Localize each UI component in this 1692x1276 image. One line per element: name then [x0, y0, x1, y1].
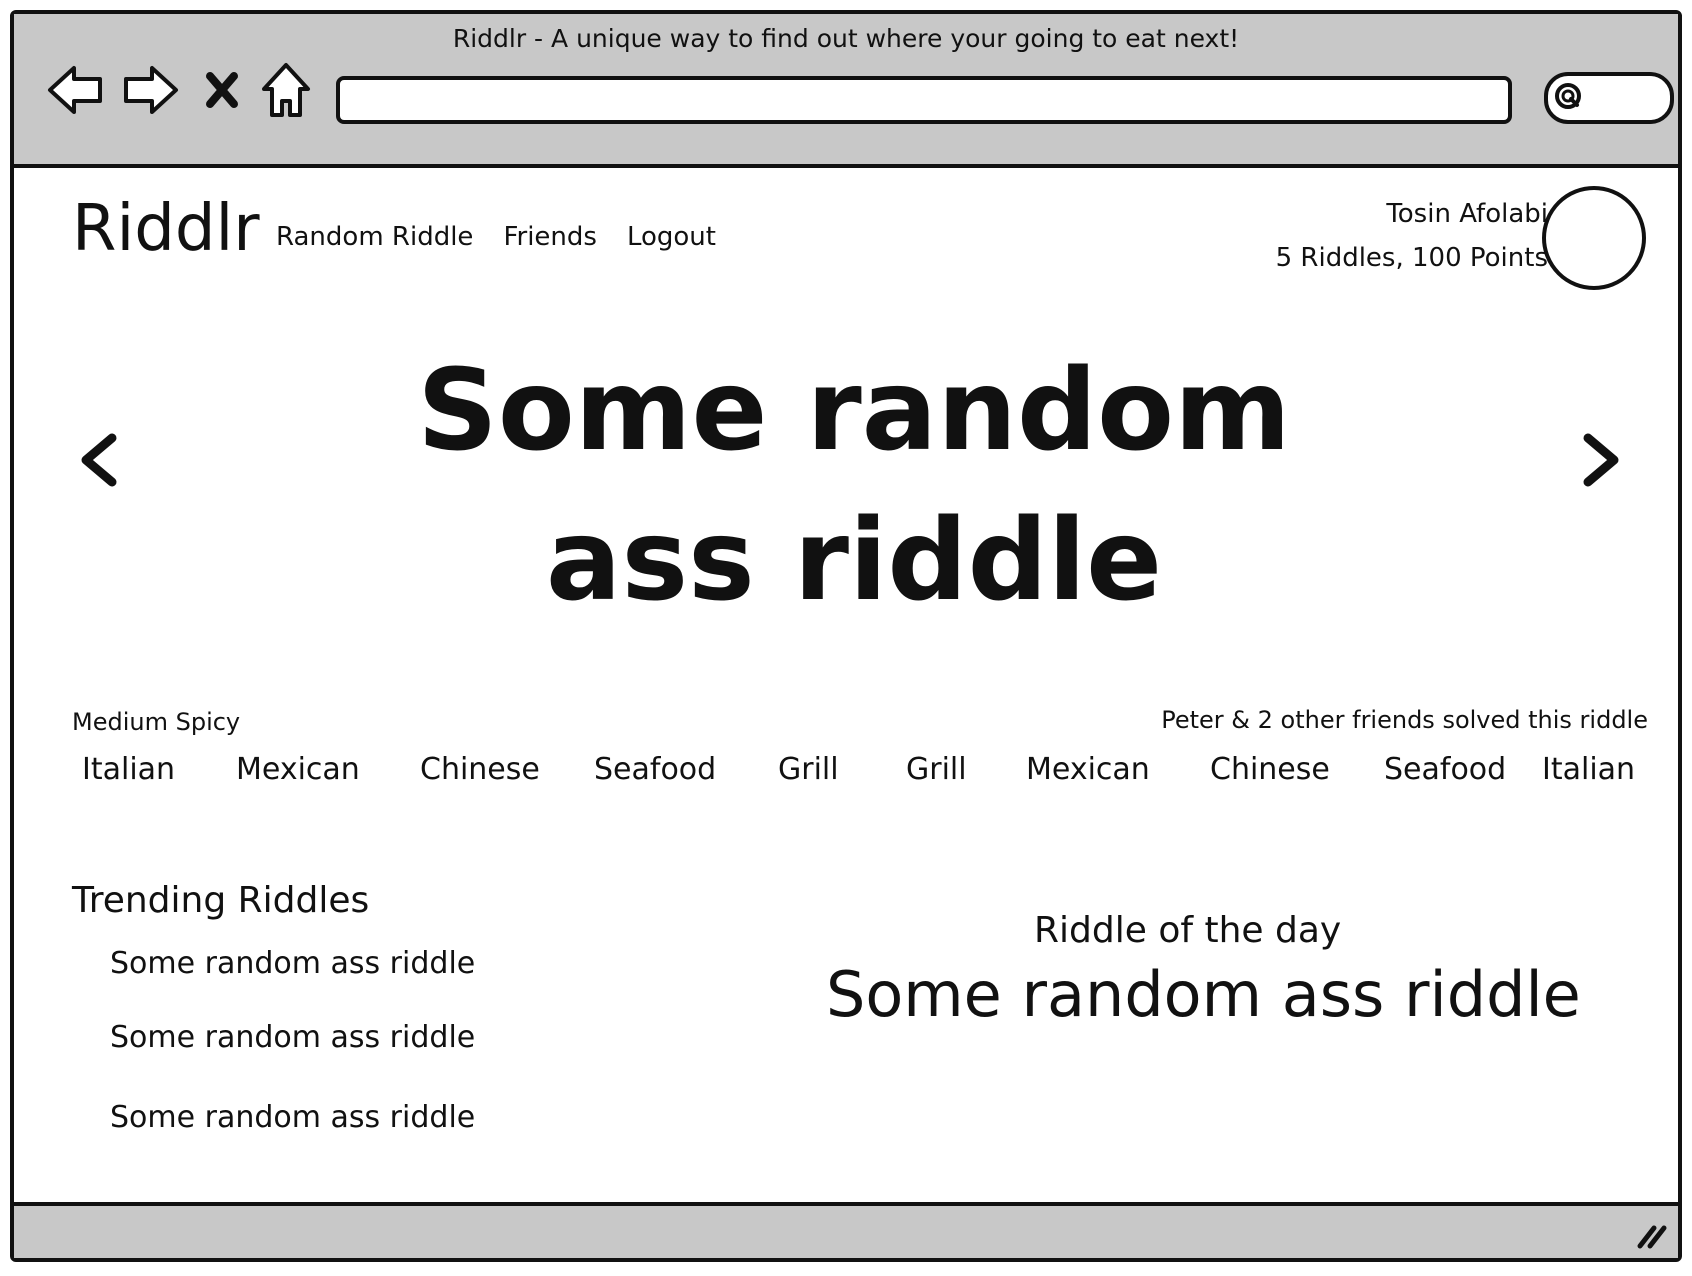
user-stats: 5 Riddles, 100 Points — [1275, 243, 1548, 273]
url-bar[interactable] — [336, 76, 1512, 124]
cuisine-tag[interactable]: Chinese — [420, 752, 540, 787]
nav-logout[interactable]: Logout — [627, 222, 716, 252]
browser-window: Riddlr - A unique way to find out where … — [10, 10, 1682, 1262]
friends-solved-text[interactable]: Peter & 2 other friends solved this ridd… — [1161, 706, 1648, 734]
cuisine-tag[interactable]: Chinese — [1210, 752, 1330, 787]
status-bar — [14, 1202, 1678, 1258]
browser-search-field[interactable] — [1544, 72, 1674, 124]
cuisine-tag[interactable]: Grill — [778, 752, 839, 787]
close-icon — [206, 72, 238, 108]
trending-riddles-heading: Trending Riddles — [72, 880, 370, 921]
main-nav: Random Riddle Friends Logout — [276, 222, 716, 252]
cuisine-tag[interactable]: Mexican — [1026, 752, 1150, 787]
user-info: Tosin Afolabi 5 Riddles, 100 Points — [1276, 192, 1548, 280]
home-button[interactable] — [254, 58, 318, 122]
resize-grip-icon[interactable] — [1634, 1220, 1668, 1250]
nav-random-riddle[interactable]: Random Riddle — [276, 222, 473, 252]
user-name[interactable]: Tosin Afolabi — [1276, 192, 1548, 236]
next-riddle-button[interactable] — [1576, 430, 1626, 494]
cuisine-tag[interactable]: Seafood — [594, 752, 716, 787]
window-title: Riddlr - A unique way to find out where … — [452, 24, 1240, 53]
cuisine-tag[interactable]: Italian — [82, 752, 175, 787]
list-item[interactable]: Some random ass riddle — [110, 946, 475, 981]
back-button[interactable] — [44, 58, 108, 122]
list-item[interactable]: Some random ass riddle — [110, 1020, 475, 1055]
stop-button[interactable] — [190, 58, 254, 122]
spice-level: Medium Spicy — [72, 708, 241, 736]
cuisine-tag[interactable]: Grill — [906, 752, 967, 787]
home-icon — [262, 63, 310, 117]
browser-toolbar: Riddlr - A unique way to find out where … — [14, 14, 1678, 168]
riddle-of-the-day-text[interactable]: Some random ass riddle — [826, 958, 1581, 1031]
chevron-left-icon — [81, 433, 117, 487]
cuisine-tags: Italian Mexican Chinese Seafood Grill Gr… — [72, 752, 1635, 796]
avatar[interactable] — [1542, 186, 1646, 290]
search-icon — [1555, 83, 1581, 109]
back-arrow-icon — [48, 66, 102, 114]
forward-button[interactable] — [118, 58, 182, 122]
page-content: Riddlr Random Riddle Friends Logout Tosi… — [14, 168, 1678, 1202]
chevron-right-icon — [1583, 433, 1619, 487]
nav-friends[interactable]: Friends — [503, 222, 597, 252]
site-logo[interactable]: Riddlr — [72, 192, 260, 266]
forward-arrow-icon — [124, 66, 178, 114]
previous-riddle-button[interactable] — [74, 430, 124, 494]
riddle-of-the-day-heading: Riddle of the day — [1034, 910, 1342, 951]
riddle-text: Some random ass riddle — [414, 336, 1294, 636]
cuisine-tag[interactable]: Seafood — [1384, 752, 1506, 787]
riddle-line-1: Some random — [417, 346, 1291, 476]
cuisine-tag[interactable]: Italian — [1542, 752, 1635, 787]
riddle-line-2: ass riddle — [545, 496, 1163, 626]
list-item[interactable]: Some random ass riddle — [110, 1100, 475, 1135]
cuisine-tag[interactable]: Mexican — [236, 752, 360, 787]
